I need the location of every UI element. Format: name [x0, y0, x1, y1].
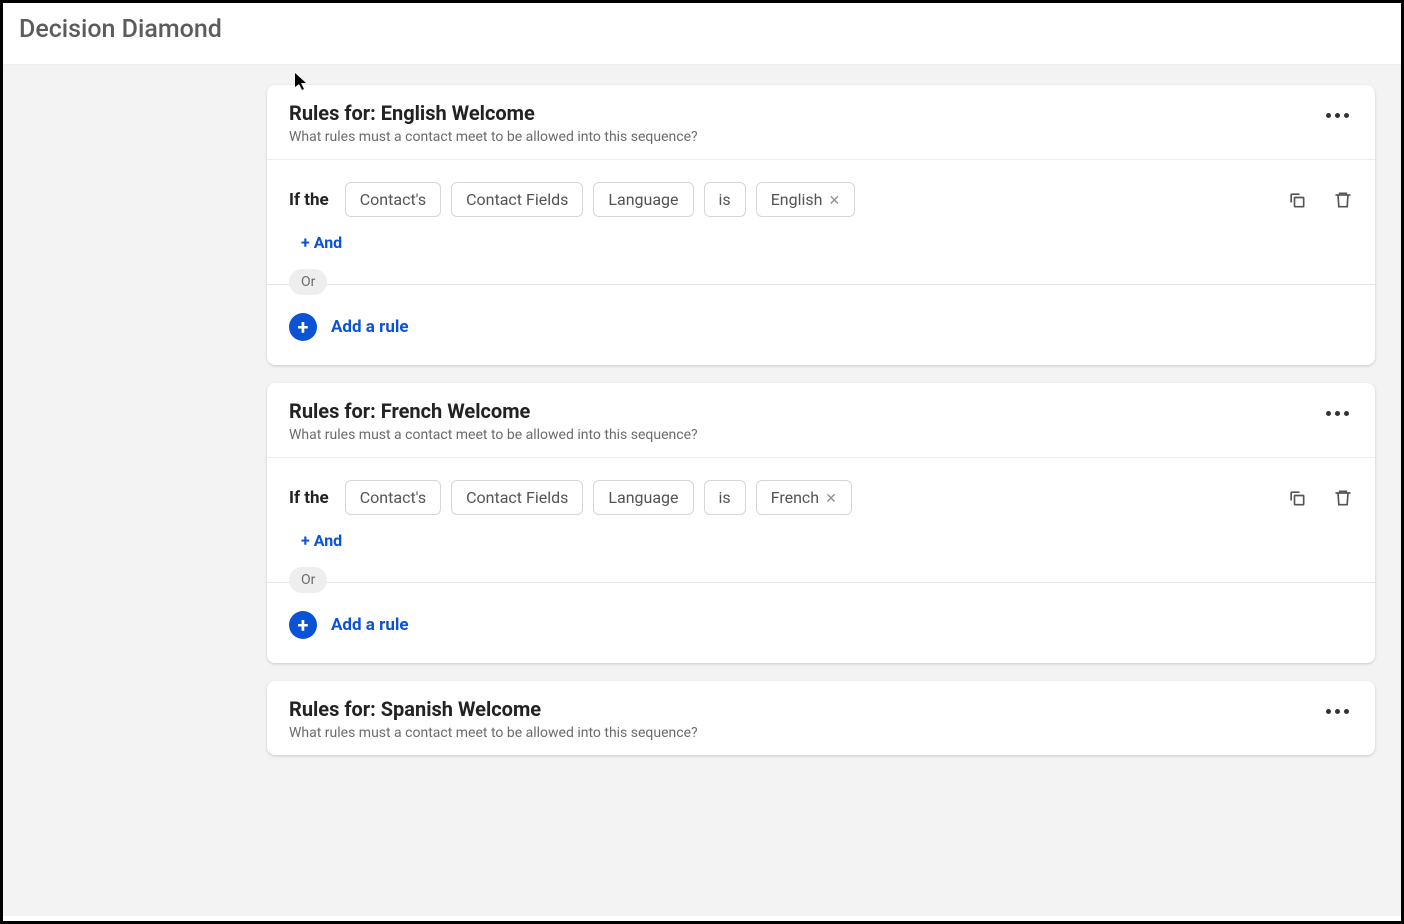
card-header-text: Rules for: French Welcome What rules mus…: [289, 399, 698, 443]
add-and-condition[interactable]: + And: [267, 515, 1375, 582]
card-title: Rules for: English Welcome: [289, 101, 698, 125]
pill-operator[interactable]: is: [704, 182, 746, 217]
page-title: Decision Diamond: [19, 15, 1385, 44]
add-rule-row: Add a rule: [267, 583, 1375, 663]
delete-rule-button[interactable]: [1333, 190, 1353, 210]
add-rule-icon[interactable]: [289, 611, 317, 639]
pill-value[interactable]: French✕: [756, 480, 852, 515]
or-divider: Or: [267, 284, 1375, 285]
pill-value[interactable]: English✕: [756, 182, 856, 217]
or-pill: Or: [289, 567, 327, 593]
card-menu-button[interactable]: [1322, 697, 1353, 726]
delete-rule-button[interactable]: [1333, 488, 1353, 508]
card-header: Rules for: Spanish Welcome What rules mu…: [267, 681, 1375, 755]
remove-value-icon[interactable]: ✕: [828, 193, 840, 209]
card-title: Rules for: French Welcome: [289, 399, 698, 423]
canvas-area: Rules for: English Welcome What rules mu…: [3, 64, 1401, 916]
add-and-condition[interactable]: + And: [267, 217, 1375, 284]
card-title: Rules for: Spanish Welcome: [289, 697, 698, 721]
pill-operator[interactable]: is: [704, 480, 746, 515]
add-rule-label[interactable]: Add a rule: [331, 317, 409, 337]
card-header: Rules for: English Welcome What rules mu…: [267, 85, 1375, 160]
add-rule-label[interactable]: Add a rule: [331, 615, 409, 635]
card-header-text: Rules for: English Welcome What rules mu…: [289, 101, 698, 145]
card-subtitle: What rules must a contact meet to be all…: [289, 129, 698, 145]
rule-card-english: Rules for: English Welcome What rules mu…: [267, 85, 1375, 365]
pill-category[interactable]: Contact Fields: [451, 480, 583, 515]
card-header: Rules for: French Welcome What rules mus…: [267, 383, 1375, 458]
card-menu-button[interactable]: [1322, 101, 1353, 130]
pill-field[interactable]: Language: [593, 182, 693, 217]
add-rule-icon[interactable]: [289, 313, 317, 341]
page-header: Decision Diamond: [3, 3, 1401, 64]
card-subtitle: What rules must a contact meet to be all…: [289, 725, 698, 741]
rule-condition-row: If the Contact's Contact Fields Language…: [267, 458, 1375, 515]
cards-column: Rules for: English Welcome What rules mu…: [267, 85, 1375, 755]
row-actions: [1287, 488, 1353, 508]
card-subtitle: What rules must a contact meet to be all…: [289, 427, 698, 443]
rule-card-spanish: Rules for: Spanish Welcome What rules mu…: [267, 681, 1375, 755]
if-the-label: If the: [289, 190, 329, 210]
pill-field[interactable]: Language: [593, 480, 693, 515]
card-header-text: Rules for: Spanish Welcome What rules mu…: [289, 697, 698, 741]
add-rule-row: Add a rule: [267, 285, 1375, 365]
remove-value-icon[interactable]: ✕: [825, 491, 837, 507]
or-divider: Or: [267, 582, 1375, 583]
rule-condition-row: If the Contact's Contact Fields Language…: [267, 160, 1375, 217]
duplicate-rule-button[interactable]: [1287, 488, 1307, 508]
if-the-label: If the: [289, 488, 329, 508]
pill-subject[interactable]: Contact's: [345, 480, 441, 515]
rule-card-french: Rules for: French Welcome What rules mus…: [267, 383, 1375, 663]
card-menu-button[interactable]: [1322, 399, 1353, 428]
pill-category[interactable]: Contact Fields: [451, 182, 583, 217]
app-frame: Decision Diamond Rules for: English Welc…: [0, 0, 1404, 924]
or-pill: Or: [289, 269, 327, 295]
duplicate-rule-button[interactable]: [1287, 190, 1307, 210]
pill-subject[interactable]: Contact's: [345, 182, 441, 217]
row-actions: [1287, 190, 1353, 210]
